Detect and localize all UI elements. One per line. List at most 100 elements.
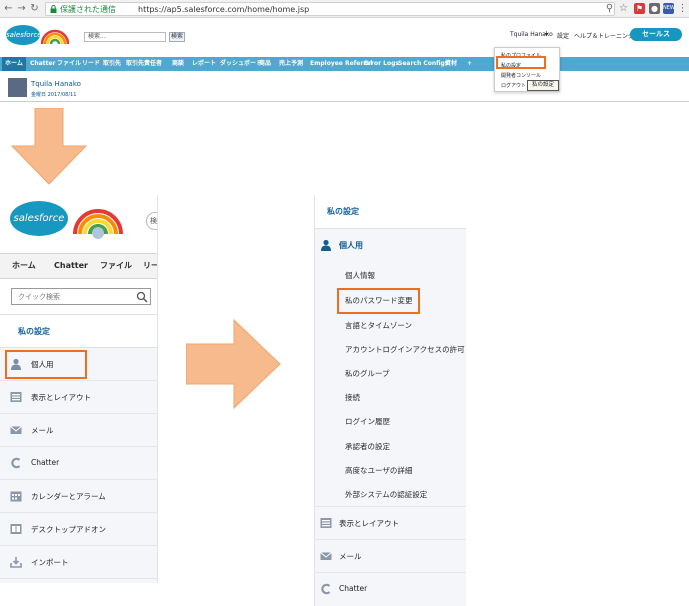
sub-item-advanced-user-details[interactable]: 高度なユーザの詳細: [345, 465, 412, 476]
right-arrow-icon: [186, 318, 281, 410]
tab-leads[interactable]: リード: [82, 57, 100, 71]
tab-chatter[interactable]: Chatter: [30, 57, 56, 71]
desktop-icon: [10, 524, 22, 534]
layout-icon: [320, 518, 332, 528]
tab-employee-referral[interactable]: Employee Referral: [310, 57, 372, 71]
sidebar-item-label: 表示とレイアウト: [339, 519, 399, 528]
menu-item-developer-console[interactable]: 開発者コンソール: [501, 72, 541, 79]
layout-icon: [10, 392, 22, 402]
tab-chatter[interactable]: Chatter: [54, 254, 88, 278]
tab-materials[interactable]: 資材: [445, 57, 457, 71]
tab-home[interactable]: ホーム: [12, 254, 36, 278]
tab-accounts[interactable]: 取引先: [103, 57, 121, 71]
tab-contacts[interactable]: 取引先責任者: [126, 57, 162, 71]
sidebar-item-chatter[interactable]: Chatter: [315, 572, 466, 605]
user-name-link[interactable]: Tquila Hanako: [31, 80, 81, 88]
sub-item-login-history[interactable]: ログイン履歴: [345, 416, 390, 427]
setup-link[interactable]: 設定: [557, 31, 569, 40]
tab-files[interactable]: ファイル: [100, 254, 132, 278]
url-text[interactable]: https://ap5.salesforce.com/home/home.jsp: [138, 4, 309, 15]
personal-settings-screenshot: 私の設定 個人用 個人情報 私のパスワード変更 言語とタイムゾーン アカウントロ…: [314, 195, 466, 606]
calendar-icon: [10, 491, 22, 502]
sub-item-login-access[interactable]: アカウントログインアクセスの許可: [345, 344, 465, 355]
quick-search-input[interactable]: [12, 289, 130, 304]
search-icon[interactable]: [136, 291, 148, 303]
zoom-search-icon[interactable]: ⚲: [604, 3, 615, 15]
new-badge-icon[interactable]: NEW: [663, 3, 675, 14]
sub-item-personal-info[interactable]: 個人情報: [345, 270, 375, 281]
tooltip: 私の設定: [527, 80, 559, 91]
sidebar-item-label: Chatter: [31, 458, 60, 467]
user-info-row: Tquila Hanako 金曜日 2017/08/11: [0, 72, 689, 102]
mail-icon: [320, 552, 332, 560]
sidebar-item-import[interactable]: インポート: [0, 546, 157, 579]
menu-icon[interactable]: ⋮: [677, 3, 688, 15]
main-tab-bar: ホーム Chatter ファイル リー: [0, 253, 157, 279]
home-page-screenshot: ← → ↻ 保護された通信 https://ap5.salesforce.com…: [0, 0, 689, 104]
highlight-box: [496, 56, 546, 69]
sidebar-item-label: Chatter: [339, 584, 368, 593]
settings-nav-list: 表示とレイアウト メール Chatter: [315, 506, 466, 606]
my-settings-heading: 私の設定: [0, 314, 157, 348]
sidebar-item-label: メール: [31, 426, 54, 435]
global-search-button[interactable]: 検索: [169, 32, 185, 42]
sub-item-language-timezone[interactable]: 言語とタイムゾーン: [345, 320, 412, 331]
sidebar-item-chatter[interactable]: Chatter: [0, 447, 157, 480]
tab-files[interactable]: ファイル: [57, 57, 81, 71]
settings-nav-list: 個人用 表示とレイアウト メール Chatter カレンダーとアラーム デスクト…: [0, 348, 157, 583]
bookmark-star-icon[interactable]: ☆: [618, 3, 629, 15]
sub-item-my-groups[interactable]: 私のグループ: [345, 368, 390, 379]
tab-reports[interactable]: レポート: [192, 57, 216, 71]
sidebar-item-display-layout[interactable]: 表示とレイアウト: [315, 506, 466, 539]
highlight-box: [337, 288, 420, 314]
sidebar-item-email[interactable]: メール: [0, 414, 157, 447]
sidebar-item-label: 表示とレイアウト: [31, 393, 91, 402]
tab-dashboards[interactable]: ダッシュボード: [220, 57, 262, 71]
sidebar-item-label: インポート: [31, 558, 69, 567]
tab-opportunities[interactable]: 商談: [172, 57, 184, 71]
salesforce-logo[interactable]: salesforce: [10, 201, 68, 236]
forward-icon[interactable]: →: [16, 3, 27, 15]
salesforce-logo[interactable]: salesforce: [6, 25, 42, 45]
reload-icon[interactable]: ↻: [29, 3, 40, 15]
sidebar-item-label: メール: [339, 552, 362, 561]
sub-item-connections[interactable]: 接続: [345, 392, 360, 403]
tab-forecasts[interactable]: 売上予測: [279, 57, 303, 71]
my-settings-heading: 私の設定: [315, 195, 466, 229]
tab-search-configs[interactable]: Search Configs: [398, 57, 448, 71]
tab-add[interactable]: +: [467, 57, 472, 71]
extension-icon[interactable]: ⚑: [634, 3, 645, 14]
rainbow-logo-icon: [73, 209, 123, 239]
secure-connection-label: 保護された通信: [60, 5, 116, 14]
browser-address-bar: ← → ↻ 保護された通信 https://ap5.salesforce.com…: [0, 0, 689, 18]
rainbow-logo-icon: [40, 29, 70, 45]
sidebar-item-personal[interactable]: 個人用: [315, 230, 466, 262]
salesforce-header: salesforce 検索... 検索 Tquila Hanako ▾ 設定 ヘ…: [0, 19, 689, 57]
global-search-input[interactable]: 検索...: [84, 32, 166, 42]
sidebar-item-desktop-addons[interactable]: デスクトップアドオン: [0, 513, 157, 546]
sub-item-approver-settings[interactable]: 承認者の設定: [345, 441, 390, 452]
extension-icon[interactable]: ●: [649, 3, 660, 14]
sub-item-external-auth[interactable]: 外部システムの認証設定: [345, 489, 427, 500]
back-icon[interactable]: ←: [3, 3, 14, 15]
chevron-down-icon[interactable]: ▾: [545, 31, 548, 38]
sidebar-item-email[interactable]: メール: [315, 539, 466, 572]
help-training-link[interactable]: ヘルプ＆トレーニング: [574, 31, 634, 40]
mail-icon: [10, 426, 22, 434]
page-title: 私の設定: [327, 207, 359, 216]
tab-home[interactable]: ホーム: [2, 57, 26, 71]
sidebar-item-calendar[interactable]: カレンダーとアラーム: [0, 480, 157, 513]
menu-item-logout[interactable]: ログアウト: [501, 82, 526, 89]
url-box[interactable]: 保護された通信 https://ap5.salesforce.com/home/…: [45, 2, 615, 16]
sidebar-item-label: カレンダーとアラーム: [31, 492, 106, 501]
tab-error-logs[interactable]: Error Logs: [364, 57, 399, 71]
avatar[interactable]: [8, 78, 27, 97]
main-tab-bar: ホーム Chatter ファイル リード 取引先 取引先責任者 商談 レポート …: [0, 57, 689, 71]
global-search-input[interactable]: 検: [146, 212, 157, 230]
highlight-box: [5, 350, 87, 379]
tab-products[interactable]: 商品: [259, 57, 271, 71]
app-switcher-button[interactable]: セールス: [630, 28, 682, 41]
tab-leads[interactable]: リー: [143, 254, 157, 278]
person-icon: [321, 239, 331, 251]
sidebar-item-display-layout[interactable]: 表示とレイアウト: [0, 381, 157, 414]
